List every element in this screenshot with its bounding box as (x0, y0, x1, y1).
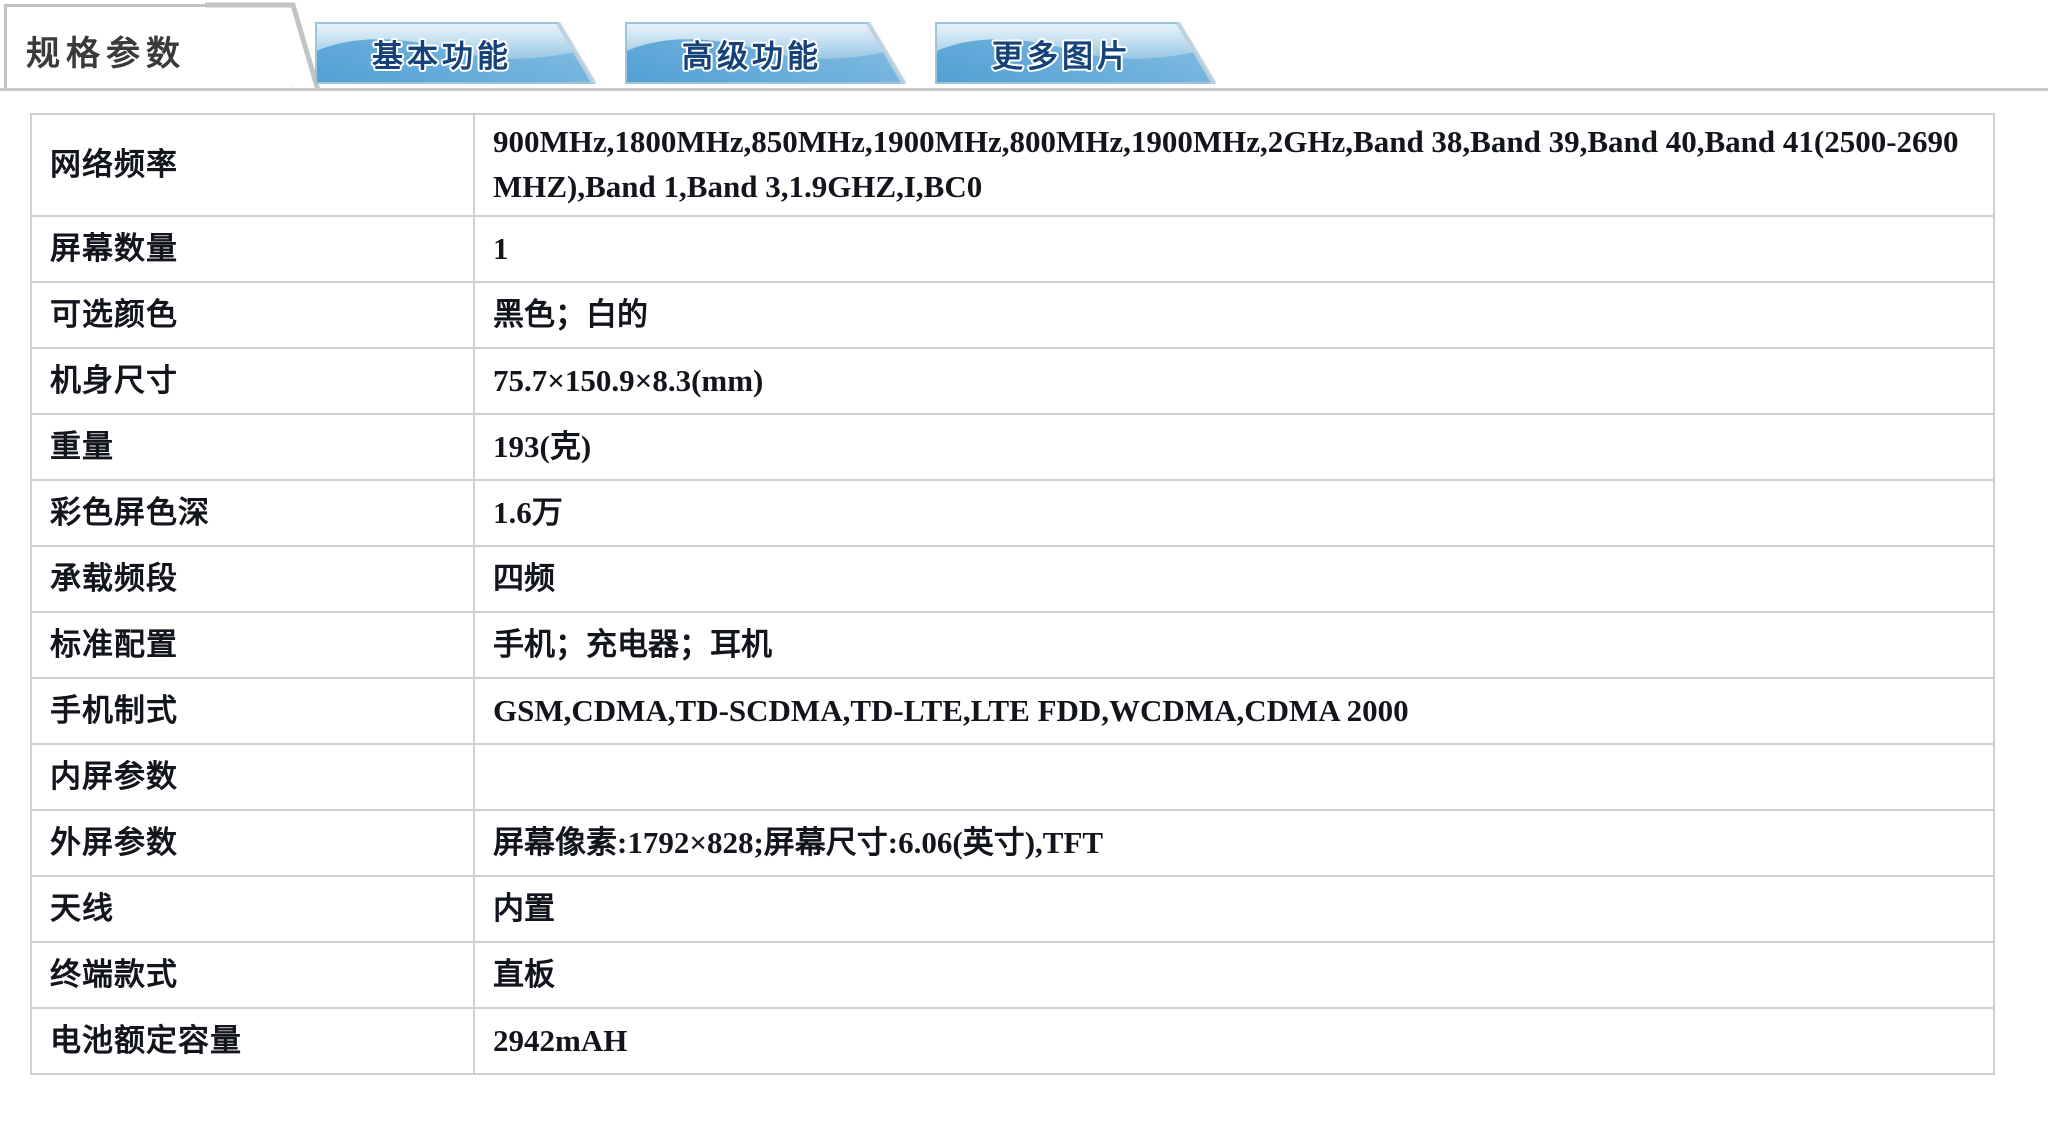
spec-key-cell: 内屏参数 (30, 743, 475, 811)
table-row: 手机制式 GSM,CDMA,TD-SCDMA,TD-LTE,LTE FDD,WCD… (30, 677, 1995, 745)
spec-value-cell: 直板 (473, 941, 1995, 1009)
spec-value-cell (473, 743, 1995, 811)
spec-key-cell: 手机制式 (30, 677, 475, 745)
table-row: 屏幕数量 1 (30, 215, 1995, 283)
spec-key-cell: 电池额定容量 (30, 1007, 475, 1075)
spec-key-cell: 屏幕数量 (30, 215, 475, 283)
table-row: 电池额定容量 2942mAH (30, 1007, 1995, 1075)
spec-key-cell: 外屏参数 (30, 809, 475, 877)
tab-规格参数[interactable]: 规格参数 (4, 4, 294, 90)
spec-key-cell: 彩色屏色深 (30, 479, 475, 547)
table-row: 承载频段 四频 (30, 545, 1995, 613)
tab-shape-basic-features (315, 21, 597, 85)
spec-value-cell: GSM,CDMA,TD-SCDMA,TD-LTE,LTE FDD,WCDMA,C… (473, 677, 1995, 745)
spec-value-cell: 75.7×150.9×8.3(mm) (473, 347, 1995, 415)
table-row: 标准配置 手机；充电器；耳机 (30, 611, 1995, 679)
spec-key-cell: 标准配置 (30, 611, 475, 679)
tab-bar: 规格参数 基本功能 高级功能 更多图片 (0, 0, 2048, 92)
specifications-table: 网络频率 900MHz,1800MHz,850MHz,1900MHz,800MHz… (30, 113, 1995, 1075)
spec-value-cell: 黑色；白的 (473, 281, 1995, 349)
spec-key-cell: 终端款式 (30, 941, 475, 1009)
spec-value-cell: 193(克) (473, 413, 1995, 481)
table-row: 重量 193(克) (30, 413, 1995, 481)
spec-key-cell: 重量 (30, 413, 475, 481)
spec-value-cell: 2942mAH (473, 1007, 1995, 1075)
table-row: 终端款式 直板 (30, 941, 1995, 1009)
spec-value-cell: 900MHz,1800MHz,850MHz,1900MHz,800MHz,190… (473, 113, 1995, 217)
table-row: 内屏参数 (30, 743, 1995, 811)
spec-key-cell: 可选颜色 (30, 281, 475, 349)
tab-shape-advanced-features (625, 21, 907, 85)
table-row: 机身尺寸 75.7×150.9×8.3(mm) (30, 347, 1995, 415)
tab-基本功能[interactable]: 基本功能 (310, 20, 600, 86)
spec-key-cell: 机身尺寸 (30, 347, 475, 415)
table-row: 外屏参数 屏幕像素:1792×828;屏幕尺寸:6.06(英寸),TFT (30, 809, 1995, 877)
spec-value-cell: 1.6万 (473, 479, 1995, 547)
table-row: 网络频率 900MHz,1800MHz,850MHz,1900MHz,800MHz… (30, 113, 1995, 217)
tab-shape-more-images (935, 21, 1217, 85)
tab-label-specifications: 规格参数 (26, 34, 186, 74)
spec-value-cell: 内置 (473, 875, 1995, 943)
tab-高级功能[interactable]: 高级功能 (620, 20, 910, 86)
spec-key-cell: 承载频段 (30, 545, 475, 613)
tab-bar-underline (0, 88, 2048, 91)
table-row: 天线 内置 (30, 875, 1995, 943)
table-row: 可选颜色 黑色；白的 (30, 281, 1995, 349)
table-row: 彩色屏色深 1.6万 (30, 479, 1995, 547)
spec-sheet-page: 规格参数 基本功能 高级功能 更多图片 网络频率 900MHz,1800MHz,… (0, 0, 2048, 1144)
specifications-table-container: 网络频率 900MHz,1800MHz,850MHz,1900MHz,800MHz… (30, 113, 1995, 1075)
spec-value-cell: 1 (473, 215, 1995, 283)
tab-更多图片[interactable]: 更多图片 (930, 20, 1220, 86)
spec-value-cell: 手机；充电器；耳机 (473, 611, 1995, 679)
spec-value-cell: 四频 (473, 545, 1995, 613)
spec-key-cell: 网络频率 (30, 113, 475, 217)
spec-key-cell: 天线 (30, 875, 475, 943)
spec-value-cell: 屏幕像素:1792×828;屏幕尺寸:6.06(英寸),TFT (473, 809, 1995, 877)
